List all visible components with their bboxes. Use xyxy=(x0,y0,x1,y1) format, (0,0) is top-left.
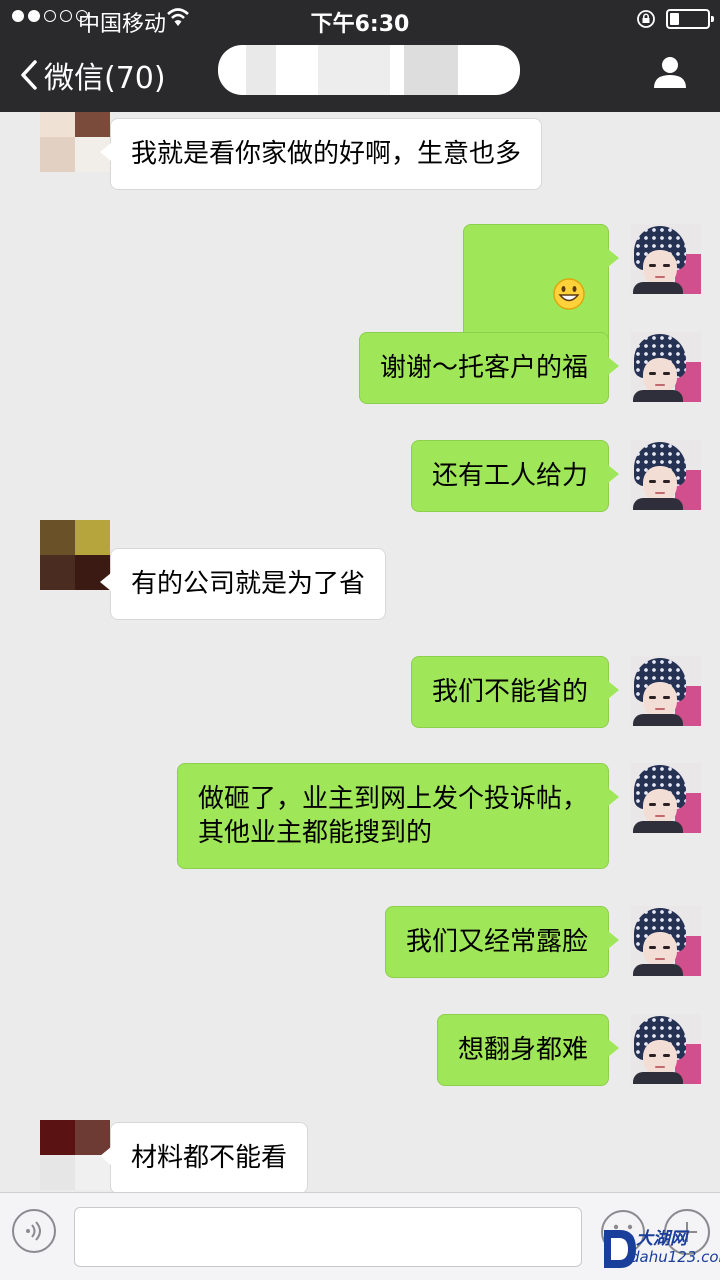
wechat-chat-screen: 中国移动 下午6:30 微信(70) 我就是看你家做的好啊，生意也多 谢谢～托客… xyxy=(0,0,720,1280)
my-avatar[interactable] xyxy=(631,1014,701,1084)
contact-name-blurred xyxy=(218,45,520,95)
rotation-lock-icon xyxy=(637,10,655,28)
message-bubble[interactable]: 材料都不能看 xyxy=(99,1122,309,1192)
watermark-name: 大湖网 xyxy=(636,1229,687,1249)
my-avatar[interactable] xyxy=(631,906,701,976)
message-bubble[interactable]: 我就是看你家做的好啊，生意也多 xyxy=(99,118,543,190)
battery-icon xyxy=(666,9,714,29)
chat-history[interactable]: 我就是看你家做的好啊，生意也多 谢谢～托客户的福 还有工人给力 有的公司就是为了… xyxy=(0,112,720,1192)
message-bubble[interactable]: 做砸了，业主到网上发个投诉帖， 其他业主都能搜到的 xyxy=(176,763,620,869)
contact-avatar-blurred[interactable] xyxy=(40,112,110,172)
voice-icon xyxy=(26,1221,41,1241)
my-avatar[interactable] xyxy=(631,763,701,833)
watermark-url: dahu123.com xyxy=(630,1248,720,1266)
my-avatar[interactable] xyxy=(631,656,701,726)
back-label: 微信(70) xyxy=(44,61,166,96)
watermark: 大湖网 dahu123.com xyxy=(600,1222,720,1276)
chevron-left-icon xyxy=(21,60,37,90)
battery-level xyxy=(670,13,679,25)
message-bubble[interactable]: 想翻身都难 xyxy=(436,1014,620,1086)
my-avatar[interactable] xyxy=(631,224,701,294)
message-bubble[interactable]: 我们不能省的 xyxy=(410,656,620,728)
message-bubble[interactable]: 还有工人给力 xyxy=(410,440,620,512)
back-button[interactable]: 微信(70) xyxy=(20,54,166,96)
message-bubble[interactable]: 我们又经常露脸 xyxy=(384,906,620,978)
status-bar: 中国移动 下午6:30 xyxy=(0,0,720,38)
person-icon[interactable] xyxy=(652,54,688,90)
message-input[interactable] xyxy=(74,1207,582,1267)
message-bubble[interactable]: 有的公司就是为了省 xyxy=(99,548,387,620)
my-avatar[interactable] xyxy=(631,332,701,402)
status-time: 下午6:30 xyxy=(310,12,410,37)
grinning-face-icon xyxy=(553,277,585,310)
voice-button[interactable] xyxy=(12,1209,56,1253)
my-avatar[interactable] xyxy=(631,440,701,510)
message-bubble[interactable]: 谢谢～托客户的福 xyxy=(358,332,620,404)
nav-bar: 微信(70) xyxy=(0,38,720,112)
top-bar: 中国移动 下午6:30 微信(70) xyxy=(0,0,720,112)
